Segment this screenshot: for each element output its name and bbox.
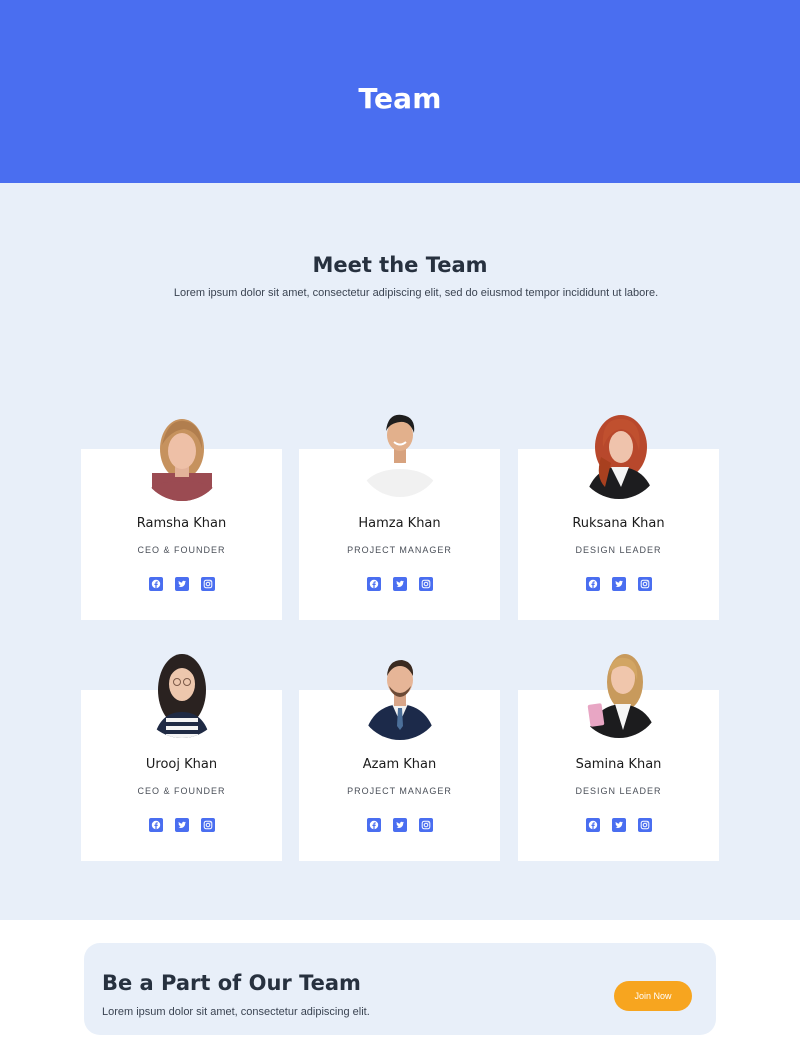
- cta-text: Lorem ipsum dolor sit amet, consectetur …: [102, 1006, 370, 1018]
- facebook-icon[interactable]: [366, 818, 381, 832]
- member-name: Ramsha Khan: [136, 516, 227, 531]
- avatar: [358, 405, 442, 497]
- member-role: PROJECT MANAGER: [347, 786, 452, 796]
- social-links: [299, 577, 500, 591]
- instagram-icon[interactable]: [637, 577, 652, 591]
- hero-banner: Team: [0, 0, 800, 183]
- social-links: [518, 577, 719, 591]
- member-name: Samina Khan: [575, 757, 662, 772]
- member-role: DESIGN LEADER: [575, 786, 662, 796]
- instagram-icon[interactable]: [200, 818, 215, 832]
- twitter-icon[interactable]: [174, 818, 189, 832]
- social-links: [81, 818, 282, 832]
- facebook-icon[interactable]: [148, 818, 163, 832]
- member-name: Azam Khan: [362, 757, 437, 772]
- team-card: Samina Khan DESIGN LEADER: [518, 654, 719, 861]
- avatar: [358, 648, 442, 740]
- team-card: Ramsha Khan CEO & FOUNDER: [81, 419, 282, 620]
- cta-title: Be a Part of Our Team: [102, 971, 361, 995]
- member-name: Hamza Khan: [358, 516, 441, 531]
- page-title: Team: [358, 82, 442, 115]
- instagram-icon[interactable]: [637, 818, 652, 832]
- avatar: [140, 646, 224, 738]
- section-subtitle: Lorem ipsum dolor sit amet, consectetur …: [173, 287, 659, 299]
- section-heading: Meet the Team: [312, 253, 488, 277]
- join-now-button[interactable]: Join Now: [614, 981, 692, 1011]
- member-name: Ruksana Khan: [572, 516, 665, 531]
- team-card: Ruksana Khan DESIGN LEADER: [518, 415, 719, 620]
- member-role: DESIGN LEADER: [575, 545, 662, 555]
- social-links: [299, 818, 500, 832]
- join-cta-banner: Be a Part of Our Team Lorem ipsum dolor …: [84, 943, 716, 1035]
- instagram-icon[interactable]: [418, 577, 433, 591]
- instagram-icon[interactable]: [418, 818, 433, 832]
- twitter-icon[interactable]: [611, 577, 626, 591]
- social-links: [81, 577, 282, 591]
- team-card: Urooj Khan CEO & FOUNDER: [81, 654, 282, 861]
- member-role: CEO & FOUNDER: [137, 786, 226, 796]
- avatar: [577, 407, 661, 499]
- team-card: Hamza Khan PROJECT MANAGER: [299, 414, 500, 620]
- instagram-icon[interactable]: [200, 577, 215, 591]
- facebook-icon[interactable]: [366, 577, 381, 591]
- member-role: CEO & FOUNDER: [137, 545, 226, 555]
- avatar: [577, 646, 661, 738]
- twitter-icon[interactable]: [174, 577, 189, 591]
- avatar: [140, 409, 224, 501]
- twitter-icon[interactable]: [611, 818, 626, 832]
- member-role: PROJECT MANAGER: [347, 545, 452, 555]
- twitter-icon[interactable]: [392, 818, 407, 832]
- twitter-icon[interactable]: [392, 577, 407, 591]
- member-name: Urooj Khan: [145, 757, 218, 772]
- facebook-icon[interactable]: [585, 818, 600, 832]
- facebook-icon[interactable]: [148, 577, 163, 591]
- facebook-icon[interactable]: [585, 577, 600, 591]
- team-card: Azam Khan PROJECT MANAGER: [299, 660, 500, 861]
- social-links: [518, 818, 719, 832]
